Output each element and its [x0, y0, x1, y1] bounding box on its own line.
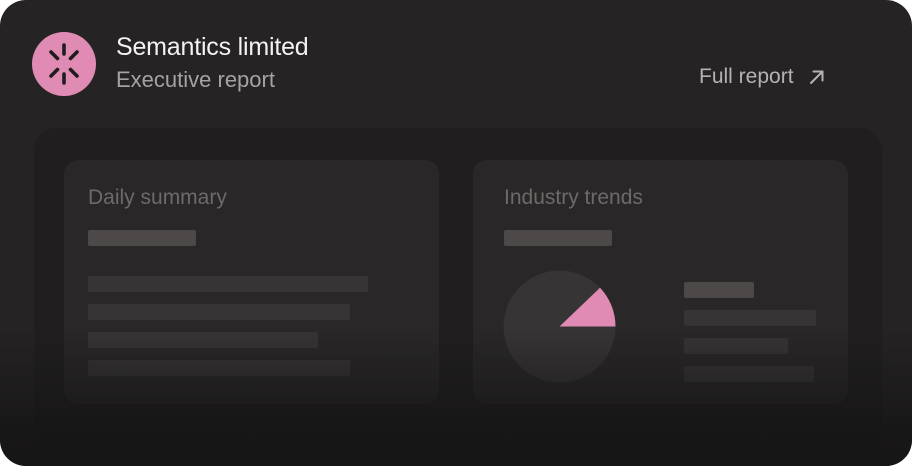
report-card: Semantics limited Executive report Full …	[0, 0, 912, 466]
asterisk-spark-icon	[49, 43, 79, 85]
legend-placeholder-line	[684, 338, 788, 354]
daily-summary-placeholder-line	[88, 304, 350, 320]
arrow-up-right-icon	[809, 70, 824, 84]
daily-summary-title: Daily summary	[88, 186, 227, 209]
full-report-label: Full report	[699, 65, 794, 88]
legend-placeholder-line	[684, 310, 816, 326]
company-name: Semantics limited	[116, 33, 309, 61]
industry-trends-title: Industry trends	[504, 186, 643, 209]
company-logo	[32, 32, 96, 96]
daily-summary-placeholder-line	[88, 276, 368, 292]
full-report-link[interactable]: Full report	[699, 62, 826, 92]
legend-placeholder-line	[684, 366, 814, 382]
daily-summary-placeholder-line	[88, 360, 350, 376]
industry-trends-placeholder-heading	[504, 230, 612, 246]
industry-trends-pie-chart	[503, 270, 616, 383]
daily-summary-placeholder-line	[88, 332, 318, 348]
report-subtitle: Executive report	[116, 67, 275, 92]
daily-summary-placeholder-heading	[88, 230, 196, 246]
legend-placeholder-heading	[684, 282, 754, 298]
